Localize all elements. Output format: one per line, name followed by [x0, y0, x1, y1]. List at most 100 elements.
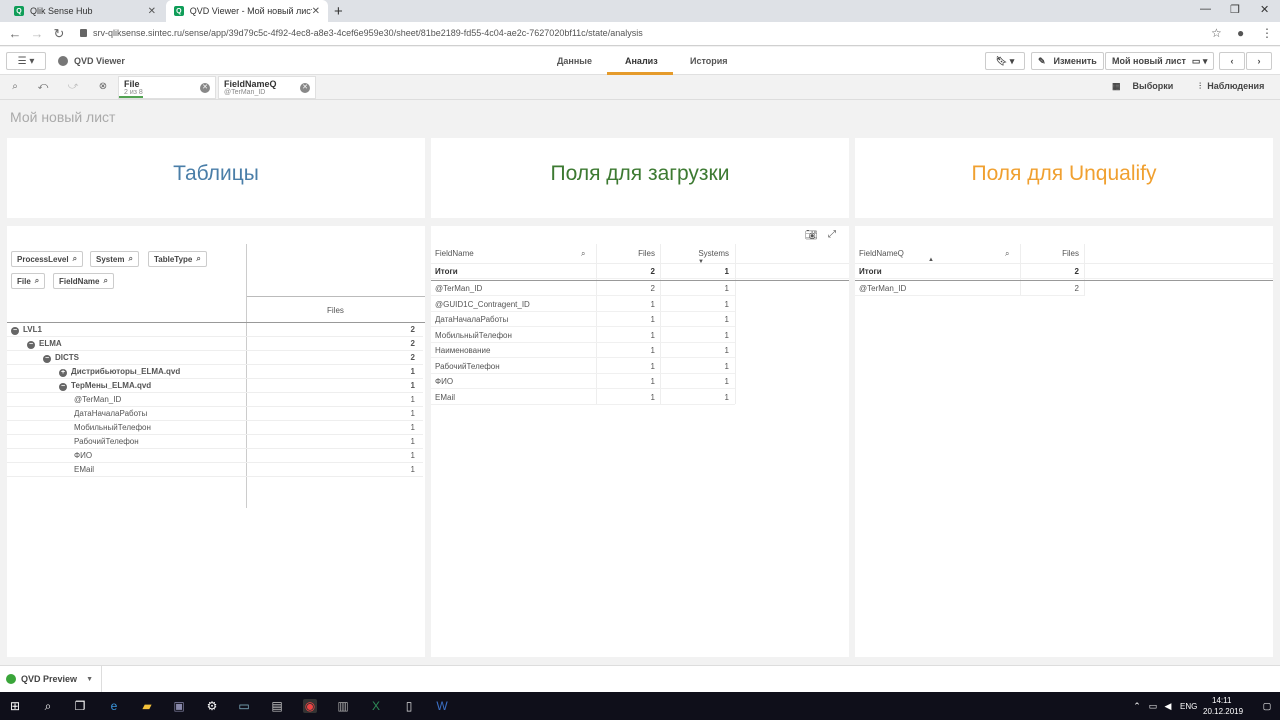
- selection-chip-file[interactable]: File 2 из 8 ✕: [118, 76, 216, 99]
- dim-system[interactable]: System ⌕: [90, 251, 139, 267]
- nav-tab-history[interactable]: История: [690, 56, 728, 66]
- pivot-row[interactable]: РабочийТелефон 1: [7, 435, 423, 449]
- dim-tabletype[interactable]: TableType ⌕: [148, 251, 207, 267]
- notepad-icon[interactable]: ▯: [402, 699, 416, 713]
- settings-icon[interactable]: ⚙: [205, 699, 219, 713]
- smart-search-icon[interactable]: ⌕: [8, 81, 22, 95]
- col-header-fieldnameq[interactable]: FieldNameQ: [859, 249, 904, 258]
- sheet-selector-button[interactable]: Мой новый лист ▭ ▾: [1105, 52, 1215, 70]
- pivot-row[interactable]: − DICTS 2: [7, 351, 423, 365]
- search-icon[interactable]: ⌕: [41, 699, 55, 713]
- volume-icon[interactable]: ◀: [1161, 699, 1175, 713]
- table-row[interactable]: @GUID1C_Contragent_ID 1 1: [431, 297, 735, 312]
- sheet-tab-qvd-preview[interactable]: QVD Preview ▼: [0, 666, 102, 692]
- tray-chevron-icon[interactable]: ⌃: [1130, 699, 1144, 713]
- language-indicator[interactable]: ENG: [1180, 702, 1197, 711]
- pivot-row[interactable]: ДатаНачалаРаботы 1: [7, 407, 423, 421]
- pivot-row[interactable]: + Дистрибьюторы_ELMA.qvd 1: [7, 365, 423, 379]
- minimize-icon[interactable]: —: [1200, 3, 1211, 15]
- step-forward-icon[interactable]: ⤻: [66, 81, 80, 95]
- clear-all-icon[interactable]: ⊗: [96, 81, 110, 95]
- nav-tab-analysis[interactable]: Анализ: [625, 56, 658, 66]
- close-window-icon[interactable]: ✕: [1260, 3, 1269, 16]
- search-icon[interactable]: ⌕: [581, 249, 585, 259]
- file-explorer-icon[interactable]: ▰: [140, 699, 154, 713]
- step-back-icon[interactable]: ⤺: [36, 81, 50, 95]
- remote-desktop-icon[interactable]: ▭: [237, 699, 251, 713]
- bookmark-button[interactable]: 🔖︎ ▾: [985, 52, 1025, 70]
- col-header-files[interactable]: Files: [597, 249, 655, 258]
- selections-button[interactable]: ▦ Выборки: [1112, 81, 1173, 92]
- clear-selection-icon[interactable]: ✕: [200, 83, 210, 93]
- table-row[interactable]: РабочийТелефон 1 1: [431, 359, 735, 374]
- clock-date[interactable]: 20.12.2019: [1203, 707, 1243, 716]
- chrome-icon[interactable]: ◉: [303, 699, 317, 713]
- restore-icon[interactable]: ❐: [1230, 3, 1240, 16]
- close-tab-icon[interactable]: ✕: [148, 6, 156, 17]
- dim-processlevel[interactable]: ProcessLevel ⌕: [11, 251, 84, 267]
- pivot-row[interactable]: − LVL1 2: [7, 323, 423, 337]
- windows-start-icon[interactable]: ⊞: [8, 699, 22, 713]
- close-tab-icon[interactable]: ✕: [312, 6, 320, 17]
- pivot-row[interactable]: − ELMA 2: [7, 337, 423, 351]
- dim-file[interactable]: File ⌕: [11, 273, 46, 289]
- edit-button[interactable]: ✎ Изменить: [1031, 52, 1104, 70]
- task-view-icon[interactable]: ❐: [73, 699, 87, 713]
- app-icon[interactable]: ▤: [270, 699, 284, 713]
- profile-icon[interactable]: ●: [1237, 26, 1244, 40]
- pivot-row[interactable]: @TerMan_ID 1: [7, 393, 423, 407]
- tables-title-panel[interactable]: Таблицы: [7, 138, 425, 218]
- reload-icon[interactable]: ↻: [52, 26, 66, 42]
- table-row[interactable]: ДатаНачалаРаботы 1 1: [431, 312, 735, 327]
- col-header-fieldname[interactable]: FieldName: [435, 249, 474, 258]
- selection-chip-fieldnameq[interactable]: FieldNameQ @TerMan_ID ✕: [218, 76, 316, 99]
- measure-header[interactable]: Files: [327, 306, 344, 315]
- clear-selection-icon[interactable]: ✕: [300, 83, 310, 93]
- collapse-icon[interactable]: −: [59, 383, 67, 391]
- forward-icon[interactable]: →: [30, 26, 44, 41]
- pivot-row[interactable]: EMail 1: [7, 463, 423, 477]
- network-icon[interactable]: ▭: [1146, 699, 1160, 713]
- table-row[interactable]: Наименование 1 1: [431, 343, 735, 358]
- nav-tab-data[interactable]: Данные: [557, 56, 592, 66]
- fullscreen-icon[interactable]: ⤢: [828, 229, 836, 240]
- pivot-row[interactable]: − ТерМены_ELMA.qvd 1: [7, 379, 423, 393]
- table-row[interactable]: @TerMan_ID 2 1: [431, 281, 735, 296]
- table-row[interactable]: ФИО 1 1: [431, 374, 735, 389]
- col-header-systems[interactable]: Systems: [661, 249, 729, 258]
- new-tab-icon[interactable]: +: [334, 3, 343, 20]
- table-row[interactable]: МобильныйТелефон 1 1: [431, 328, 735, 343]
- browser-tab-qvd-viewer[interactable]: Q QVD Viewer - Мой новый лист ✕: [166, 0, 328, 22]
- collapse-icon[interactable]: −: [43, 355, 51, 363]
- edge-icon[interactable]: e: [107, 699, 121, 713]
- app-icon[interactable]: ▣: [172, 699, 186, 713]
- browser-menu-icon[interactable]: ⋮: [1261, 26, 1273, 40]
- chevron-down-icon[interactable]: ▼: [86, 676, 93, 683]
- insights-button[interactable]: ⫶ Наблюдения: [1199, 81, 1264, 92]
- unqualify-title-panel[interactable]: Поля для Unqualify: [855, 138, 1273, 218]
- fields-title-panel[interactable]: Поля для загрузки: [431, 138, 849, 218]
- bookmark-star-icon[interactable]: ☆: [1211, 26, 1222, 40]
- next-sheet-button[interactable]: ›: [1246, 52, 1272, 70]
- global-menu-button[interactable]: ☰ ▾: [6, 52, 46, 70]
- app-icon[interactable]: ▥: [336, 699, 350, 713]
- notifications-icon[interactable]: ▢: [1260, 699, 1274, 713]
- browser-tab-hub[interactable]: Q Qlik Sense Hub ✕: [6, 0, 164, 22]
- pivot-row[interactable]: ФИО 1: [7, 449, 423, 463]
- table-row[interactable]: @TerMan_ID 2: [855, 281, 1084, 296]
- camera-icon[interactable]: 📷︎: [805, 230, 818, 241]
- excel-icon[interactable]: X: [369, 699, 383, 713]
- expand-icon[interactable]: +: [59, 369, 67, 377]
- dim-fieldname[interactable]: FieldName ⌕: [53, 273, 114, 289]
- clock-time[interactable]: 14:11: [1212, 696, 1231, 705]
- collapse-icon[interactable]: −: [27, 341, 35, 349]
- url-field[interactable]: srv-qliksense.sintec.ru/sense/app/39d79c…: [80, 28, 643, 38]
- table-row[interactable]: EMail 1 1: [431, 390, 735, 405]
- collapse-icon[interactable]: −: [11, 327, 19, 335]
- back-icon[interactable]: ←: [8, 26, 22, 41]
- prev-sheet-button[interactable]: ‹: [1219, 52, 1245, 70]
- word-icon[interactable]: W: [435, 699, 449, 713]
- pivot-row[interactable]: МобильныйТелефон 1: [7, 421, 423, 435]
- search-icon[interactable]: ⌕: [1005, 249, 1009, 259]
- col-header-files[interactable]: Files: [1021, 249, 1079, 258]
